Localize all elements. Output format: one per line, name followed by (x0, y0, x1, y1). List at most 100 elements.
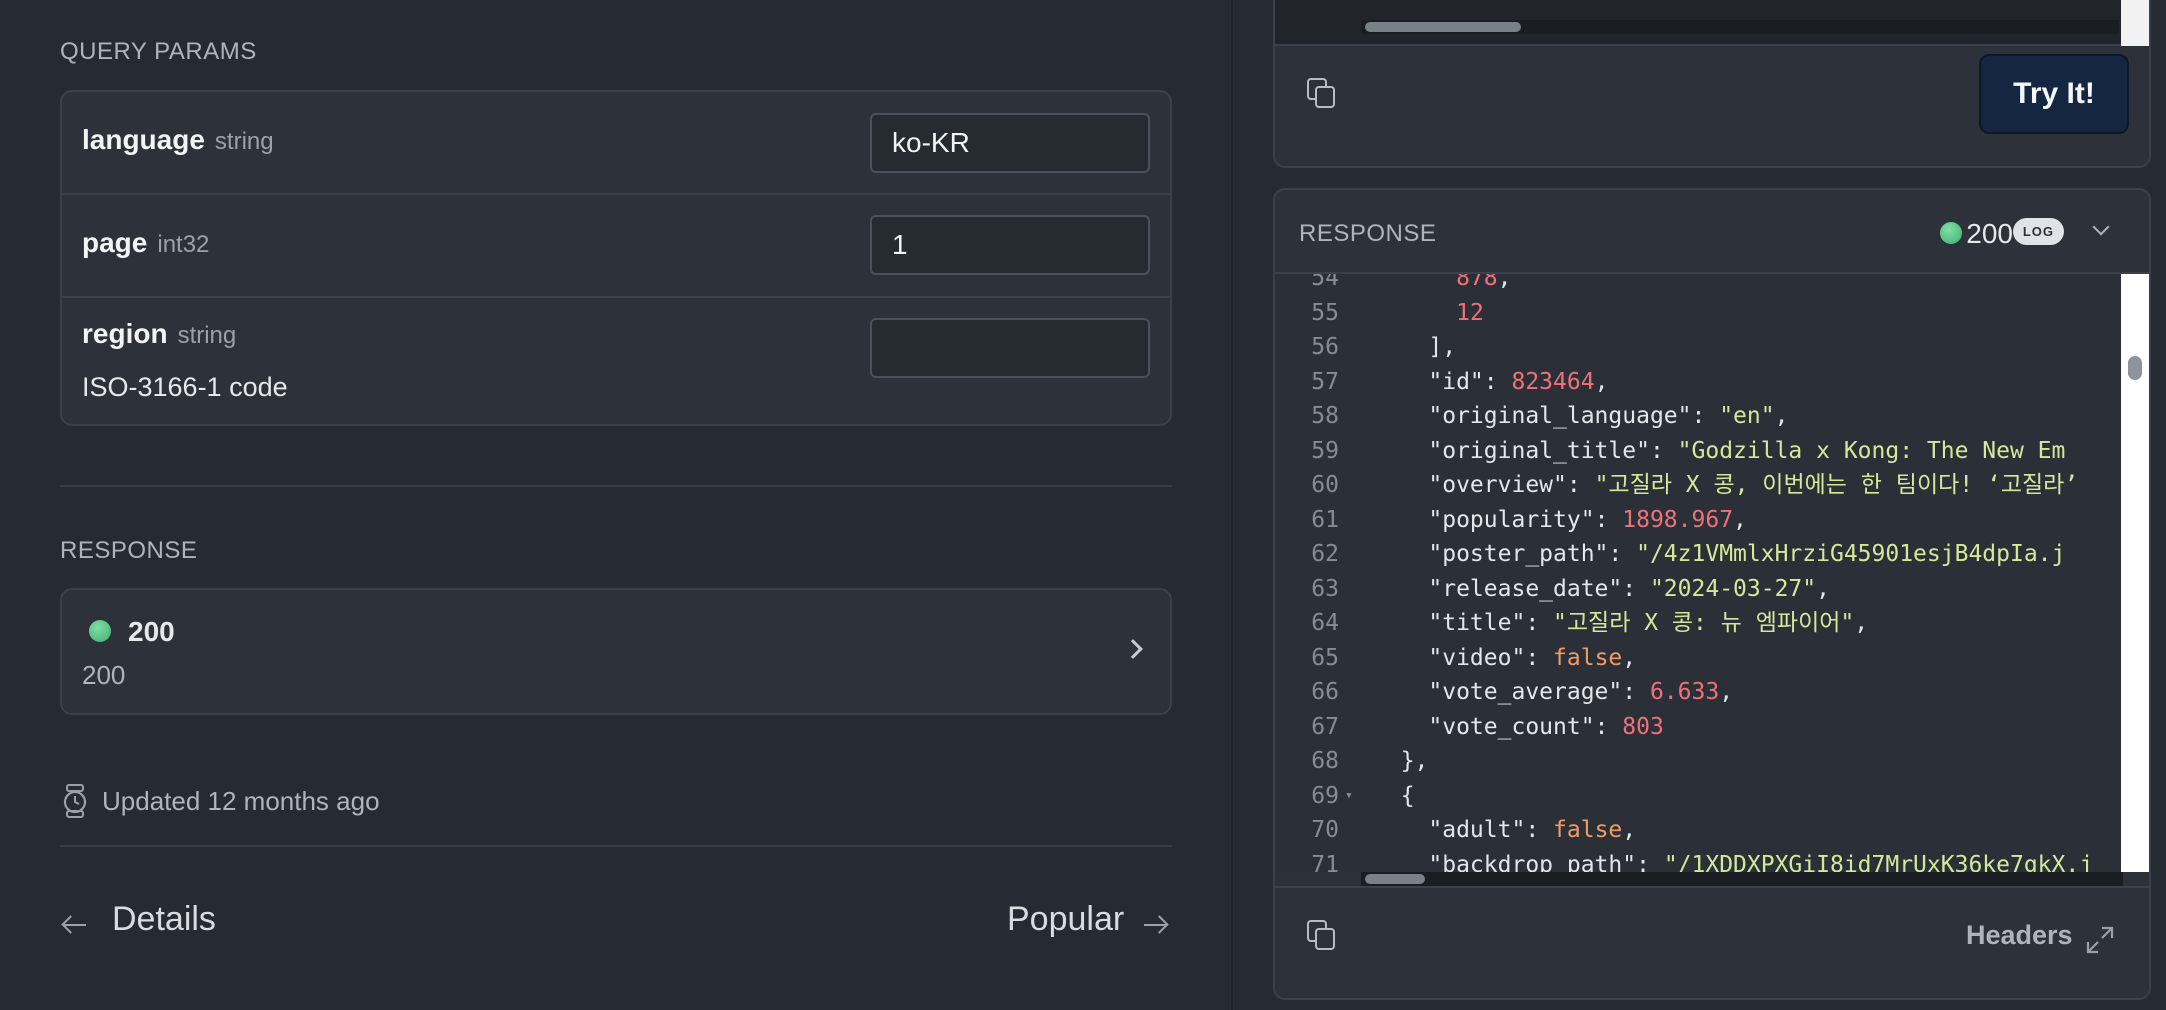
code-text: { (1373, 782, 1415, 809)
code-text: 878, (1456, 274, 1512, 291)
code-text: "release_date": "2024-03-27", (1373, 575, 1830, 602)
code-line: 61 "popularity": 1898.967, (1275, 503, 2123, 537)
region-input[interactable] (870, 318, 1150, 378)
param-row-page: page int32 (62, 195, 1170, 298)
code-line: 58 "original_language": "en", (1275, 399, 2123, 433)
vertical-scrollbar[interactable] (2121, 274, 2149, 872)
scrollbar-thumb[interactable] (1365, 874, 1425, 884)
line-number: 59 (1311, 437, 1339, 464)
code-text: ], (1373, 334, 1457, 360)
line-number: 62 (1311, 541, 1339, 567)
section-divider (60, 485, 1172, 487)
code-line: 62 "poster_path": "/4z1VMmlxHrziG45901es… (1275, 537, 2123, 571)
chevron-right-icon (1123, 639, 1143, 659)
response-panel: RESPONSE 200 LOG 54 878, 55 12 56 ], 57 "id… (1273, 188, 2151, 1000)
line-number: 60 (1311, 472, 1339, 498)
response-code-viewer[interactable]: 54 878, 55 12 56 ], 57 "id": 823464, 58 "ori… (1275, 274, 2123, 872)
api-playground-column: Try It! RESPONSE 200 LOG 54 878, 55 12 56 … (1233, 0, 2166, 1010)
response-panel-title: RESPONSE (1299, 220, 1437, 247)
code-line: 70 "adult": false, (1275, 813, 2123, 847)
next-page-label: Popular (1007, 900, 1125, 938)
code-text: "overview": "고질라 X 콩, 이번에는 한 팀이다! ‘고질라’ (1373, 472, 2079, 498)
code-line: 56 ], (1275, 330, 2123, 364)
line-number: 68 (1311, 748, 1339, 774)
log-badge: LOG (2012, 218, 2064, 245)
code-line: 69 ▾ { (1275, 779, 2123, 813)
endpoint-details-column: QUERY PARAMS languagestring pageint32 re… (0, 0, 1232, 1010)
line-number: 57 (1311, 368, 1339, 395)
line-number: 70 (1311, 817, 1339, 843)
line-number: 58 (1311, 403, 1339, 429)
code-text: "adult": false, (1373, 817, 1637, 843)
param-name: language string (82, 124, 274, 155)
code-line: 66 "vote_average": 6.633, (1275, 675, 2123, 709)
code-line: 63 "release_date": "2024-03-27", (1275, 572, 2123, 606)
query-params-card: languagestring pageint32 regionstring IS… (60, 90, 1172, 426)
status-code: 200 (128, 616, 175, 647)
code-line: 65 "video": false, (1275, 641, 2123, 675)
horizontal-scrollbar[interactable] (1361, 20, 2119, 34)
updated-timestamp: Updated 12 months ago (102, 786, 380, 816)
code-line: 54 878, (1275, 274, 2123, 295)
vertical-scrollbar[interactable] (2121, 0, 2149, 46)
line-number: 67 (1311, 713, 1339, 740)
line-number: 65 (1311, 644, 1339, 671)
arrow-right-icon (1144, 924, 1166, 926)
code-line: 67 "vote_count": 803 (1275, 710, 2123, 744)
page-input[interactable] (870, 215, 1150, 275)
scrollbar-thumb[interactable] (2128, 356, 2142, 380)
line-number: 66 (1311, 679, 1339, 705)
code-text: 12 (1456, 299, 1484, 326)
code-line: 68 }, (1275, 744, 2123, 778)
code-text: "id": 823464, (1373, 368, 1609, 395)
param-name: region string (82, 318, 237, 349)
code-text: "original_title": "Godzilla x Kong: The … (1373, 437, 2066, 464)
language-input[interactable] (870, 113, 1150, 173)
copy-response-icon[interactable] (1307, 920, 1337, 950)
code-text: "popularity": 1898.967, (1373, 506, 1747, 533)
param-type: string (214, 128, 274, 155)
param-row-language: language string (62, 92, 1170, 195)
line-number: 71 (1311, 851, 1339, 873)
code-line: 64 "title": "고질라 X 콩: 뉴 엠파이어", (1275, 606, 2123, 640)
code-line: 60 "overview": "고질라 X 콩, 이번에는 한 팀이다! ‘고질… (1275, 468, 2123, 502)
line-number: 61 (1311, 506, 1339, 533)
query-params-title: QUERY PARAMS (60, 38, 257, 65)
param-row-region: region string ISO-3166-1 code (62, 298, 1170, 424)
line-number: 63 (1311, 575, 1339, 602)
line-number: 64 (1311, 610, 1339, 636)
code-text: }, (1373, 748, 1429, 774)
try-it-button[interactable]: Try It! (1979, 54, 2129, 134)
line-number: 55 (1311, 299, 1339, 326)
headers-label: Headers (1965, 920, 2073, 950)
headers-expand-button[interactable]: Headers (1966, 920, 2115, 955)
code-line: 57 "id": 823464, (1275, 365, 2123, 399)
fold-toggle-icon[interactable]: ▾ (1345, 779, 1353, 813)
code-text: "title": "고질라 X 콩: 뉴 엠파이어", (1373, 610, 1869, 636)
prev-page-label: Details (112, 900, 216, 938)
code-text: "poster_path": "/4z1VMmlxHrziG45901esjB4… (1373, 541, 2066, 567)
status-success-icon (1940, 222, 1962, 244)
request-code-area (1275, 0, 2149, 46)
copy-request-icon[interactable] (1307, 78, 1337, 108)
param-name: page int32 (82, 227, 210, 258)
code-text: "backdrop_path": "/1XDDXPXGiI8id7MrUxK36… (1373, 851, 2094, 873)
line-number: 56 (1311, 334, 1339, 360)
scrollbar-thumb[interactable] (1365, 22, 1521, 32)
param-type: int32 (157, 231, 210, 258)
chevron-down-icon (2092, 218, 2110, 236)
horizontal-scrollbar[interactable] (1361, 872, 2123, 886)
code-line: 55 12 (1275, 296, 2123, 330)
param-type: string (177, 322, 237, 349)
code-line: 71 "backdrop_path": "/1XDDXPXGiI8id7MrUx… (1275, 848, 2123, 873)
code-text: "vote_count": 803 (1373, 713, 1664, 740)
response-200-card[interactable]: 200 200 (60, 588, 1172, 715)
status-description: 200 (82, 660, 126, 690)
request-card: Try It! (1273, 0, 2151, 168)
response-title: RESPONSE (60, 537, 198, 564)
status-success-icon (89, 620, 111, 642)
arrow-left-icon (64, 924, 86, 926)
code-text: "vote_average": 6.633, (1373, 679, 1734, 705)
code-text: "video": false, (1373, 644, 1637, 671)
stopwatch-icon (62, 784, 88, 818)
